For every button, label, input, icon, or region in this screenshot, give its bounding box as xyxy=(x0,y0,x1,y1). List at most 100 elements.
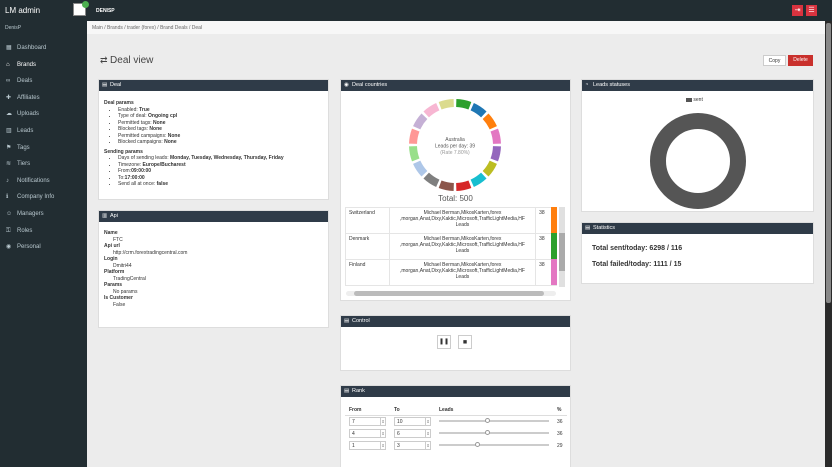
sidebar-item-label: Dashboard xyxy=(17,45,47,51)
sidebar-item-personal[interactable]: ◉ Personal xyxy=(0,240,87,254)
donut-slice[interactable] xyxy=(490,128,501,144)
param-item: Blocked campaigns: None xyxy=(118,139,323,146)
globe-icon: ◉ xyxy=(344,82,349,88)
param-label: Permitted campaigns: xyxy=(118,132,168,139)
stepper-arrows-icon[interactable]: ⇕ xyxy=(425,430,430,437)
stepper-arrows-icon[interactable]: ⇕ xyxy=(380,430,385,437)
rank-from-stepper[interactable]: 4 ⇕ xyxy=(349,429,386,438)
sidebar-item-tags[interactable]: ⚑ Tags xyxy=(0,141,87,155)
avatar[interactable] xyxy=(73,1,89,16)
leads-slider[interactable] xyxy=(439,418,549,424)
app-title[interactable]: LM admin xyxy=(5,6,40,15)
horizontal-scrollbar[interactable] xyxy=(346,291,556,296)
table-row[interactable]: Denmark Michael Berman,MikosKarten,forex … xyxy=(345,233,557,260)
rank-from-stepper[interactable]: 7 ⇕ xyxy=(349,417,386,427)
donut-slice[interactable] xyxy=(413,113,428,130)
leads-donut-slice[interactable] xyxy=(650,113,746,209)
api-field-value: False xyxy=(113,301,126,308)
table-row[interactable]: Finland Michael Berman,MikosKarten,forex … xyxy=(345,259,557,286)
affiliates-cell: Michael Berman,MikosKarten,forex ,morgan… xyxy=(388,233,537,260)
sidebar-item-leads[interactable]: ▥ Leads xyxy=(0,124,87,138)
donut-slice[interactable] xyxy=(438,99,454,110)
sidebar-item-managers[interactable]: ☺ Managers xyxy=(0,207,87,221)
file-icon: ▤ xyxy=(102,82,108,88)
control-header: ▤ Control xyxy=(341,316,570,327)
donut-slice[interactable] xyxy=(423,103,440,118)
donut-slice[interactable] xyxy=(482,113,497,130)
sidebar-item-label: Tiers xyxy=(17,161,31,168)
menu-icon[interactable]: ☰ xyxy=(806,5,817,16)
row-color-bar xyxy=(551,207,557,233)
donut-slice[interactable] xyxy=(456,180,472,191)
countries-table: Switzerland Michael Berman,MikosKarten,fo… xyxy=(345,207,557,286)
stepper-arrows-icon[interactable]: ⇕ xyxy=(380,442,385,449)
delete-button[interactable]: Delete xyxy=(788,55,813,66)
api-panel-header: ▥ Api xyxy=(99,211,328,222)
param-value: None xyxy=(153,119,166,126)
logout-icon[interactable]: ⇥ xyxy=(792,5,803,16)
sidebar-item-company-info[interactable]: ℹ Company Info xyxy=(0,190,87,204)
deal-panel: ▤Deal Deal params Enabled: TrueType of d… xyxy=(98,79,329,200)
leads-statuses-panel: ◔ Leads statuses sent xyxy=(581,79,814,212)
top-bar: LM admin DENISP ⇥ ☰ xyxy=(0,0,832,21)
stop-button[interactable]: ■ xyxy=(458,335,472,349)
leads-donut-chart[interactable] xyxy=(582,101,813,211)
donut-slice[interactable] xyxy=(409,128,420,144)
param-label: Permitted tags: xyxy=(118,119,154,126)
bank-icon: ⌂ xyxy=(6,61,10,68)
slider-handle[interactable] xyxy=(485,418,491,424)
rank-to-stepper[interactable]: 6 ⇕ xyxy=(394,429,431,438)
donut-slice[interactable] xyxy=(423,172,440,187)
tags-icon: ⚑ xyxy=(6,144,12,151)
leads-statuses-header: ◔ Leads statuses xyxy=(582,80,813,91)
sidebar-item-label: Brands xyxy=(17,61,37,68)
affiliates-cell: Michael Berman,MikosKarten,forex ,morgan… xyxy=(388,207,537,234)
donut-slice[interactable] xyxy=(470,172,487,187)
pause-button[interactable]: ❚❚ xyxy=(437,335,451,349)
page-scrollbar[interactable] xyxy=(825,21,832,467)
transfer-icon: ⇄ xyxy=(100,55,111,65)
deal-params-list: Enabled: TrueType of deal: Ongoing cplPe… xyxy=(104,107,323,146)
control-panel: ▤ Control ❚❚ ■ xyxy=(340,315,571,371)
slider-handle[interactable] xyxy=(485,430,491,436)
sidebar-item-affiliates[interactable]: ✚ Affiliates xyxy=(0,91,87,105)
slider-handle[interactable] xyxy=(475,442,481,448)
stepper-arrows-icon[interactable]: ⇕ xyxy=(425,418,430,426)
stat-failed: Total failed/today: 1111 / 15 xyxy=(592,261,682,268)
param-label: Blocked campaigns: xyxy=(118,139,165,145)
donut-slice[interactable] xyxy=(456,99,472,110)
param-value: 17:00:00 xyxy=(124,174,145,181)
leads-slider[interactable] xyxy=(439,430,549,436)
page-title-text: Deal view xyxy=(110,55,154,66)
donut-slice[interactable] xyxy=(490,146,501,162)
rank-from-stepper[interactable]: 1 ⇕ xyxy=(349,441,386,450)
sidebar-item-tiers[interactable]: ≋ Tiers xyxy=(0,157,87,171)
countries-donut-chart[interactable]: AustraliaLeads per day: 39(Rate 7.80%) xyxy=(341,93,570,198)
param-label: Timezone: xyxy=(118,161,143,168)
sidebar-item-brands[interactable]: ⌂ Brands xyxy=(0,58,87,72)
file-icon: ▤ xyxy=(344,388,350,394)
table-scrollbar[interactable] xyxy=(559,207,565,287)
donut-slice[interactable] xyxy=(413,160,428,177)
sidebar-item-dashboard[interactable]: ▦ Dashboard xyxy=(0,41,87,55)
sidebar-item-deals[interactable]: ∞ Deals xyxy=(0,74,87,88)
rank-to-stepper[interactable]: 3 ⇕ xyxy=(394,441,431,450)
info-icon: ℹ xyxy=(6,194,9,201)
leads-slider[interactable] xyxy=(439,442,549,448)
table-row[interactable]: Switzerland Michael Berman,MikosKarten,fo… xyxy=(345,207,557,234)
donut-slice[interactable] xyxy=(409,146,420,162)
stepper-arrows-icon[interactable]: ⇕ xyxy=(380,418,385,426)
handshake-icon: ∞ xyxy=(6,78,11,85)
param-label: Days of sending leads: xyxy=(118,155,170,161)
donut-slice[interactable] xyxy=(438,180,454,191)
username[interactable]: DENISP xyxy=(96,8,115,14)
sidebar-item-notifications[interactable]: ♪ Notifications xyxy=(0,174,87,188)
rank-to-stepper[interactable]: 10 ⇕ xyxy=(394,417,431,427)
sidebar-item-uploads[interactable]: ☁ Uploads xyxy=(0,107,87,121)
stepper-arrows-icon[interactable]: ⇕ xyxy=(425,442,430,449)
sidebar-item-roles[interactable]: ⚿ Roles xyxy=(0,224,87,238)
stepper-value: 3 xyxy=(397,443,400,449)
donut-slice[interactable] xyxy=(482,160,497,177)
copy-button[interactable]: Copy xyxy=(763,55,786,66)
donut-slice[interactable] xyxy=(470,103,487,118)
